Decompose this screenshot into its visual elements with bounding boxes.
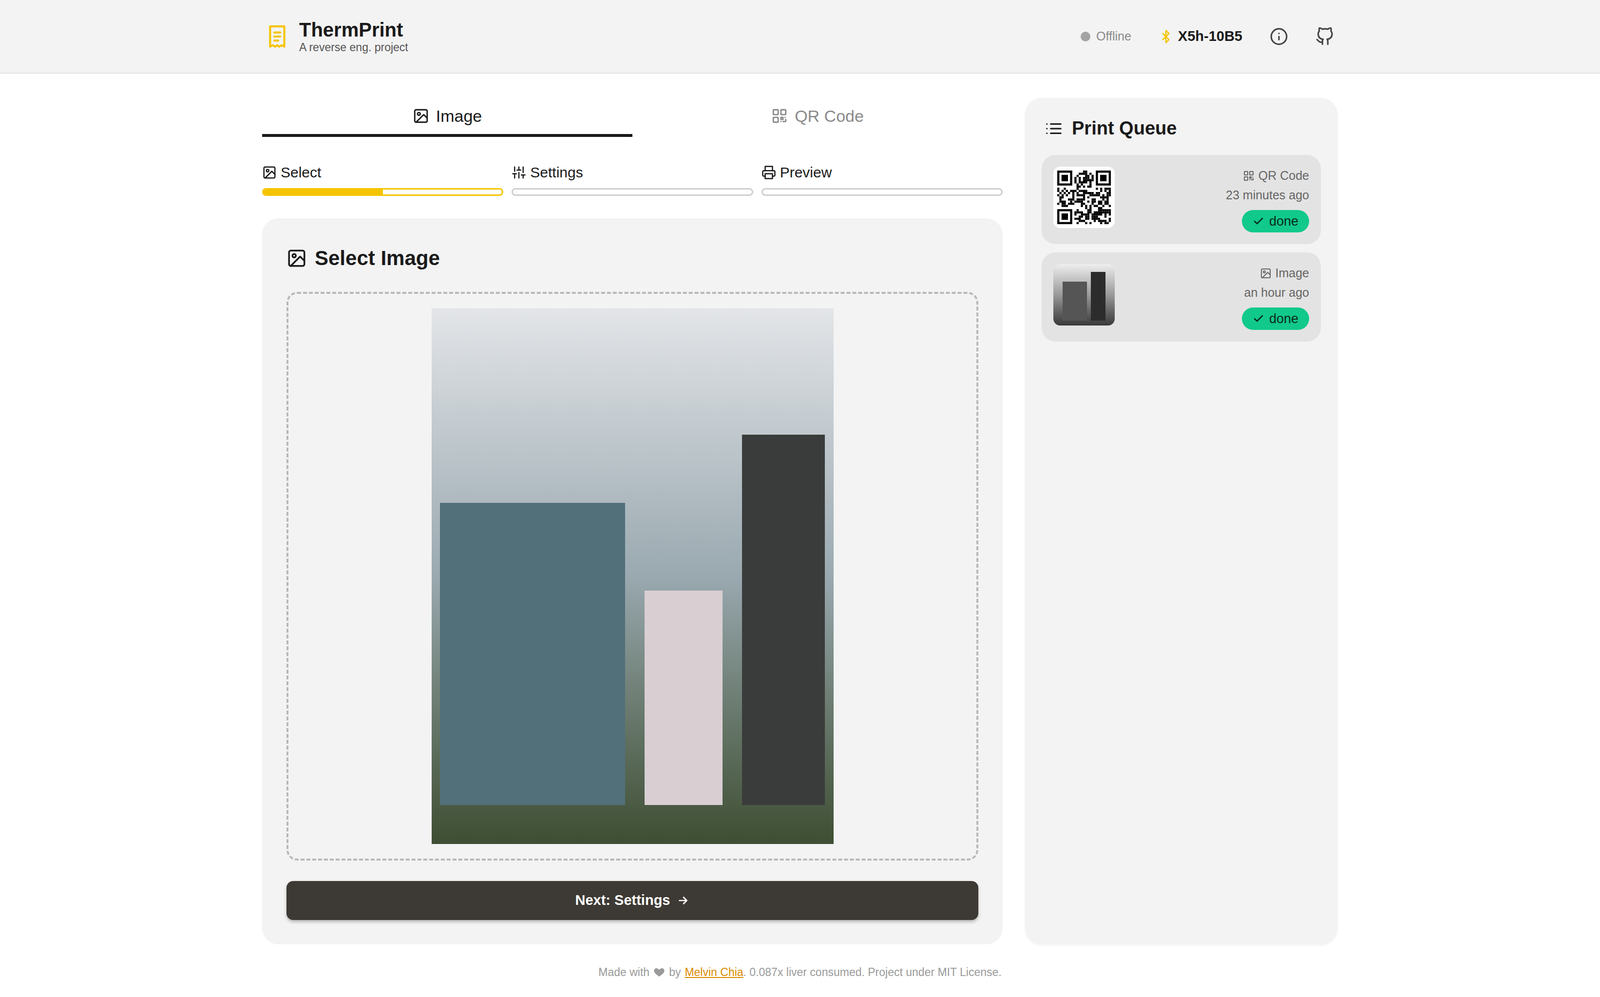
arrow-right-icon <box>676 894 690 907</box>
step[interactable]: Preview <box>761 161 1003 196</box>
image-icon <box>1259 267 1272 280</box>
brand[interactable]: ThermPrint A reverse eng. project <box>262 18 409 55</box>
print-queue-panel: Print Queue QR Code23 minutes agodoneIma… <box>1025 97 1338 945</box>
info-icon[interactable] <box>1269 27 1289 46</box>
device-name: X5h-10B5 <box>1178 25 1243 48</box>
status-label: done <box>1269 211 1299 232</box>
thumbnail <box>1053 166 1115 229</box>
step[interactable]: Select <box>262 161 504 196</box>
thumbnail <box>1053 264 1115 326</box>
device-button[interactable]: X5h-10B5 <box>1158 25 1243 48</box>
sliders-icon <box>511 165 527 180</box>
qr-code-tab[interactable]: QR Code <box>632 97 1003 137</box>
queue-title: Print Queue <box>1071 114 1177 143</box>
select-image-card: Select Image Next: Settings <box>262 218 1003 945</box>
editor-column: Image QR Code Select Settings <box>262 97 1003 945</box>
app-header: ThermPrint A reverse eng. project Offlin… <box>0 0 1600 74</box>
tab-bar: Image QR Code <box>262 97 1003 137</box>
card-title: Select Image <box>314 242 440 274</box>
item-time: an hour ago <box>1244 283 1310 303</box>
queue-list: QR Code23 minutes agodoneImagean hour ag… <box>1041 154 1321 342</box>
step-track <box>262 188 504 196</box>
qr-code-thumbnail <box>1057 170 1111 225</box>
list-icon <box>1044 119 1064 138</box>
step-label: Preview <box>780 161 833 184</box>
app-subtitle: A reverse eng. project <box>299 40 409 55</box>
image-dropzone[interactable] <box>286 291 979 861</box>
qr-code-icon <box>771 107 788 125</box>
qr-code-icon <box>1242 170 1255 182</box>
check-icon <box>1252 215 1265 228</box>
item-type: Image <box>1275 264 1310 283</box>
step-fill <box>263 189 383 195</box>
status-dot <box>1080 31 1091 42</box>
footer-text: by <box>668 963 681 981</box>
step-track <box>511 188 753 196</box>
step-label: Select <box>280 161 322 184</box>
check-icon <box>1252 312 1265 325</box>
author-link[interactable]: Melvin Chia <box>684 963 743 981</box>
footer-text: Made with <box>598 963 650 981</box>
queue-item[interactable]: Imagean hour ago done <box>1041 252 1321 342</box>
step-label: Settings <box>530 161 583 184</box>
github-icon[interactable] <box>1315 27 1334 46</box>
status-label: Offline <box>1096 27 1132 46</box>
receipt-icon <box>265 22 290 51</box>
button-label: Next: Settings <box>575 889 671 912</box>
item-time: 23 minutes ago <box>1225 186 1310 205</box>
step[interactable]: Settings <box>511 161 753 196</box>
printer-icon <box>761 165 777 180</box>
image-icon <box>262 165 277 180</box>
image-tab[interactable]: Image <box>262 97 633 137</box>
footer: Made with by Melvin Chia . 0.087x liver … <box>0 963 1600 996</box>
tab-label: QR Code <box>794 103 864 129</box>
next-button[interactable]: Next: Settings <box>286 880 979 920</box>
status-badge: done <box>1241 209 1310 233</box>
footer-text: . 0.087x liver consumed. Project under M… <box>743 963 1002 981</box>
app-title: ThermPrint <box>299 18 409 41</box>
queue-item[interactable]: QR Code23 minutes ago done <box>1041 154 1321 245</box>
connection-status: Offline <box>1080 27 1132 46</box>
status-label: done <box>1269 308 1299 329</box>
image-icon <box>286 247 307 269</box>
bluetooth-icon <box>1158 28 1174 45</box>
selected-photo <box>431 308 834 844</box>
image-icon <box>412 107 430 125</box>
step-bar: Select Settings Preview <box>262 161 1003 196</box>
tab-label: Image <box>436 103 483 129</box>
heart-icon <box>653 966 666 978</box>
step-track <box>761 188 1003 196</box>
item-type: QR Code <box>1258 166 1310 186</box>
status-badge: done <box>1241 307 1310 330</box>
